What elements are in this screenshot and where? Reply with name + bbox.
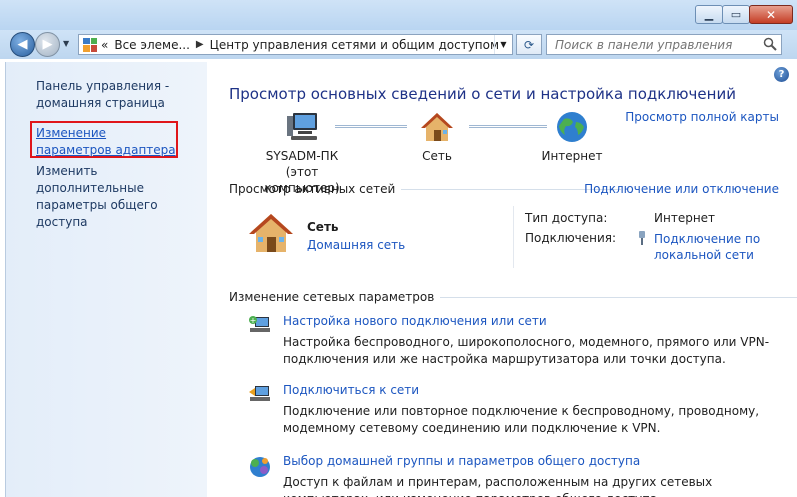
node-internet[interactable]: Интернет: [529, 110, 615, 164]
node-network[interactable]: Сеть: [407, 110, 467, 164]
address-bar[interactable]: « Все элеме... ▶ Центр управления сетями…: [78, 34, 513, 55]
full-map-link[interactable]: Просмотр полной карты: [625, 110, 779, 124]
sidebar: Панель управления - домашняя страница Из…: [5, 62, 207, 497]
search-icon[interactable]: [763, 37, 777, 51]
header-rule: [440, 296, 797, 298]
forward-button[interactable]: ▶: [35, 32, 60, 57]
connection-line: [335, 125, 407, 128]
task-connect-network-desc: Подключение или повторное подключение к …: [283, 404, 760, 435]
address-dropdown-icon[interactable]: ▼: [494, 35, 512, 54]
breadcrumb-network-center[interactable]: Центр управления сетями и общим доступом: [210, 38, 499, 52]
active-network-type-link[interactable]: Домашняя сеть: [307, 238, 405, 252]
globe-icon: [557, 112, 587, 142]
close-button[interactable]: ✕: [749, 5, 793, 24]
title-bar: ▁ ▭ ✕: [0, 0, 797, 30]
refresh-button[interactable]: ⟳: [516, 34, 542, 55]
connections-value-link[interactable]: Подключение по локальной сети: [654, 231, 764, 263]
change-settings-title: Изменение сетевых параметров: [229, 290, 435, 304]
ethernet-plug-icon: [639, 231, 645, 245]
maximize-button[interactable]: ▭: [722, 5, 750, 24]
help-icon[interactable]: ?: [774, 67, 789, 82]
main-content: ? Просмотр основных сведений о сети и на…: [207, 62, 797, 497]
navigation-bar: ◀ ▶ ▼ « Все элеме... ▶ Центр управления …: [0, 30, 797, 59]
window-controls: ▁ ▭ ✕: [695, 5, 793, 24]
search-box: [546, 34, 782, 55]
house-icon: [249, 214, 293, 252]
connections-label: Подключения:: [525, 231, 617, 245]
connect-disconnect-link[interactable]: Подключение или отключение: [584, 182, 779, 196]
connect-network-icon: [249, 386, 270, 401]
computer-icon: [287, 113, 317, 140]
access-type-value: Интернет: [654, 211, 716, 225]
breadcrumb-overflow[interactable]: «: [101, 38, 108, 52]
change-settings-header: Изменение сетевых параметров: [229, 290, 797, 304]
sidebar-adapter-settings-link[interactable]: Изменение параметров адаптера: [36, 125, 176, 159]
task-homegroup-desc: Доступ к файлам и принтерам, расположенн…: [283, 475, 713, 497]
back-button[interactable]: ◀: [10, 32, 35, 57]
homegroup-icon: [250, 457, 270, 477]
task-new-connection-link[interactable]: Настройка нового подключения или сети: [283, 314, 547, 328]
active-network-name: Сеть: [307, 220, 339, 234]
task-connect-network-link[interactable]: Подключиться к сети: [283, 383, 419, 397]
task-new-connection-desc: Настройка беспроводного, широкополосного…: [283, 335, 770, 366]
access-type-label: Тип доступа:: [525, 211, 608, 225]
svg-text:+: +: [250, 316, 257, 325]
page-title: Просмотр основных сведений о сети и наст…: [229, 85, 736, 103]
history-dropdown-icon[interactable]: ▼: [63, 39, 73, 48]
house-icon: [421, 113, 453, 141]
node-pc-name: SYSADM-ПК: [265, 149, 339, 163]
new-connection-icon: +: [249, 316, 270, 332]
breadcrumb-all-items[interactable]: Все элеме...: [114, 38, 190, 52]
task-homegroup-link[interactable]: Выбор домашней группы и параметров общег…: [283, 454, 640, 468]
control-panel-icon: [83, 37, 97, 52]
active-networks-header: Просмотр активных сетей: [229, 182, 622, 196]
sidebar-home-link[interactable]: Панель управления - домашняя страница: [36, 78, 186, 112]
node-internet-label: Интернет: [541, 149, 603, 163]
vertical-divider: [513, 206, 514, 268]
node-network-label: Сеть: [422, 149, 452, 163]
breadcrumb-separator-icon[interactable]: ▶: [196, 39, 204, 50]
sidebar-sharing-settings-link[interactable]: Изменить дополнительные параметры общего…: [36, 163, 201, 231]
search-input[interactable]: [547, 35, 757, 54]
minimize-button[interactable]: ▁: [695, 5, 723, 24]
active-networks-title: Просмотр активных сетей: [229, 182, 396, 196]
